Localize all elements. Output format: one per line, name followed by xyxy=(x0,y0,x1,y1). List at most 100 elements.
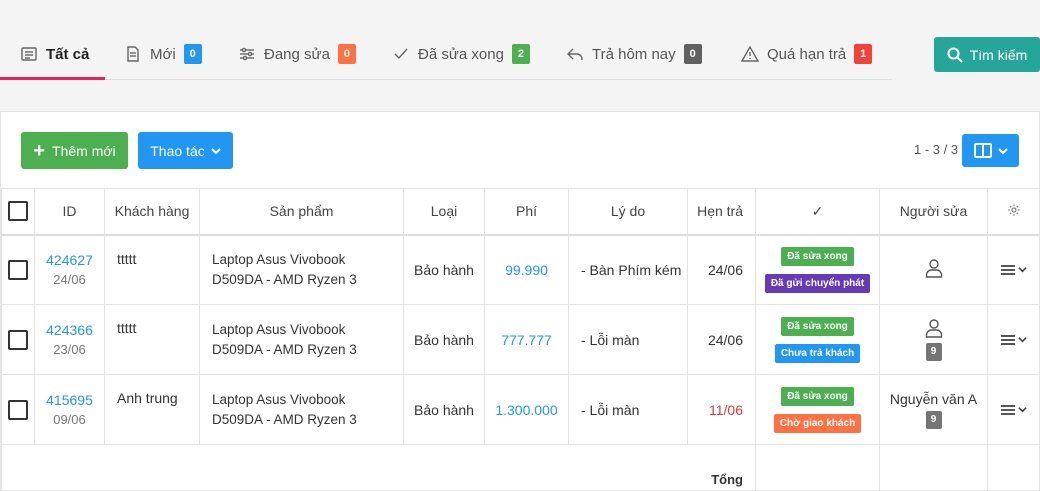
status-cell: Đã sửa xong Chờ giao khách xyxy=(755,374,880,445)
column-header-due[interactable]: Hẹn trả xyxy=(687,188,756,236)
total-label: Tổng xyxy=(1,444,756,491)
row-checkbox[interactable] xyxy=(8,329,28,350)
fee-value: 1.300.000 xyxy=(484,374,569,445)
product-name: Laptop Asus Vivobook xyxy=(212,391,346,407)
product-model: D509DA - AMD Ryzen 3 xyxy=(212,341,357,357)
order-id-link[interactable]: 415695 xyxy=(35,392,104,408)
fee-value: 99.990 xyxy=(484,234,569,305)
actions-dropdown[interactable]: Thao tác xyxy=(138,132,233,169)
status-badge: Chưa trả khách xyxy=(774,343,861,363)
status-tabs: Tất cả Mới 0 Đang sửa 0 Đã sửa xong 2 Tr… xyxy=(0,30,892,80)
status-cell: Đã sửa xong Đã gửi chuyển phát xyxy=(755,234,880,305)
status-badge: Đã sửa xong xyxy=(781,246,854,266)
repairer-cell xyxy=(879,234,988,305)
status-badge: Chờ giao khách xyxy=(773,413,862,433)
hamburger-icon xyxy=(1000,264,1015,275)
product-cell: Laptop Asus Vivobook D509DA - AMD Ryzen … xyxy=(199,374,404,445)
tab-label: Đang sửa xyxy=(264,45,330,63)
count-badge: 0 xyxy=(337,44,356,64)
chevron-down-icon xyxy=(1017,407,1027,413)
sliders-icon xyxy=(238,45,256,63)
count-badge: 0 xyxy=(183,44,202,64)
search-button[interactable]: Tìm kiếm xyxy=(934,37,1040,72)
tab-label: Quá hạn trả xyxy=(767,45,847,63)
add-new-button[interactable]: + Thêm mới xyxy=(21,132,128,169)
columns-icon xyxy=(973,143,992,158)
due-date: 11/06 xyxy=(687,374,756,445)
settings-cell[interactable] xyxy=(987,188,1040,236)
product-model: D509DA - AMD Ryzen 3 xyxy=(212,271,357,287)
status-badge: Đã sửa xong xyxy=(781,316,854,336)
status-badge: Đã gửi chuyển phát xyxy=(764,273,871,293)
table-row[interactable]: 424627 24/06 ttttt Laptop Asus Vivobook … xyxy=(1,234,1040,305)
reply-icon xyxy=(566,45,584,63)
column-header-customer[interactable]: Khách hàng xyxy=(104,188,200,236)
customer-name: Anh trung xyxy=(104,374,200,445)
orders-panel: + Thêm mới Thao tác 1 - 3 / 3 ID Khách h… xyxy=(0,111,1040,491)
table-row[interactable]: 424366 23/06 ttttt Laptop Asus Vivobook … xyxy=(1,304,1040,375)
tab-overdue[interactable]: Quá hạn trả 1 xyxy=(741,30,873,78)
tab-return-today[interactable]: Trả hôm nay 0 xyxy=(566,30,702,78)
product-cell: Laptop Asus Vivobook D509DA - AMD Ryzen … xyxy=(199,234,404,305)
check-icon xyxy=(392,45,410,63)
order-id-link[interactable]: 424366 xyxy=(35,322,104,338)
row-menu-button[interactable] xyxy=(988,334,1039,346)
due-date: 24/06 xyxy=(687,304,756,375)
count-badge: 2 xyxy=(511,44,530,64)
row-menu-button[interactable] xyxy=(988,404,1039,416)
reason-text: - Bàn Phím kém xyxy=(568,234,688,305)
order-id-link[interactable]: 424627 xyxy=(35,252,104,268)
repairer-cell: 9 xyxy=(879,304,988,375)
active-tab-indicator xyxy=(0,77,105,80)
row-checkbox[interactable] xyxy=(8,399,28,420)
product-cell: Laptop Asus Vivobook D509DA - AMD Ryzen … xyxy=(199,304,404,375)
list-icon xyxy=(20,45,38,63)
hamburger-icon xyxy=(1000,334,1015,345)
reason-text: - Lỗi màn xyxy=(568,304,688,375)
product-name: Laptop Asus Vivobook xyxy=(212,251,346,267)
pagination-info: 1 - 3 / 3 xyxy=(914,142,959,157)
search-icon xyxy=(947,47,963,63)
count-badge: 0 xyxy=(683,44,702,64)
tab-all[interactable]: Tất cả xyxy=(20,30,89,78)
count-badge: 1 xyxy=(854,44,873,64)
due-date: 24/06 xyxy=(687,234,756,305)
chevron-down-icon xyxy=(997,147,1008,154)
table-row[interactable]: 415695 09/06 Anh trung Laptop Asus Vivob… xyxy=(1,374,1040,445)
order-date: 24/06 xyxy=(53,272,86,288)
user-icon xyxy=(925,319,943,341)
column-header-id[interactable]: ID xyxy=(34,188,105,236)
select-all-checkbox[interactable] xyxy=(8,201,28,222)
column-toggle-button[interactable] xyxy=(962,134,1019,167)
column-header-product[interactable]: Sản phẩm xyxy=(199,188,404,236)
column-header-repairer[interactable]: Người sửa xyxy=(879,188,988,236)
repair-type: Bảo hành xyxy=(403,234,485,305)
hamburger-icon xyxy=(1000,404,1015,415)
totals-row: Tổng xyxy=(1,444,1040,491)
chevron-down-icon xyxy=(211,147,221,154)
product-name: Laptop Asus Vivobook xyxy=(212,321,346,337)
gear-icon xyxy=(1007,204,1020,216)
tab-repairing[interactable]: Đang sửa 0 xyxy=(238,30,356,78)
customer-name: ttttt xyxy=(104,234,200,305)
row-checkbox[interactable] xyxy=(8,259,28,280)
tab-label: Tất cả xyxy=(46,45,90,63)
repairer-name: Nguyễn văn A xyxy=(889,390,978,407)
plus-icon: + xyxy=(33,139,46,162)
status-cell: Đã sửa xong Chưa trả khách xyxy=(755,304,880,375)
repairer-count-badge: 9 xyxy=(925,410,942,429)
fee-value: 777.777 xyxy=(484,304,569,375)
tab-label: Mới xyxy=(150,45,176,63)
column-header-fee[interactable]: Phí xyxy=(484,188,569,236)
search-label: Tìm kiếm xyxy=(969,46,1028,63)
product-model: D509DA - AMD Ryzen 3 xyxy=(212,411,357,427)
row-menu-button[interactable] xyxy=(988,264,1039,276)
customer-name: ttttt xyxy=(104,304,200,375)
document-icon xyxy=(124,45,142,63)
column-header-reason[interactable]: Lý do xyxy=(568,188,688,236)
column-header-type[interactable]: Loại xyxy=(403,188,485,236)
tab-label: Trả hôm nay xyxy=(592,45,676,63)
tab-repaired[interactable]: Đã sửa xong 2 xyxy=(392,30,530,78)
tab-new[interactable]: Mới 0 xyxy=(124,30,202,78)
column-header-status[interactable]: ✓ xyxy=(755,188,880,236)
